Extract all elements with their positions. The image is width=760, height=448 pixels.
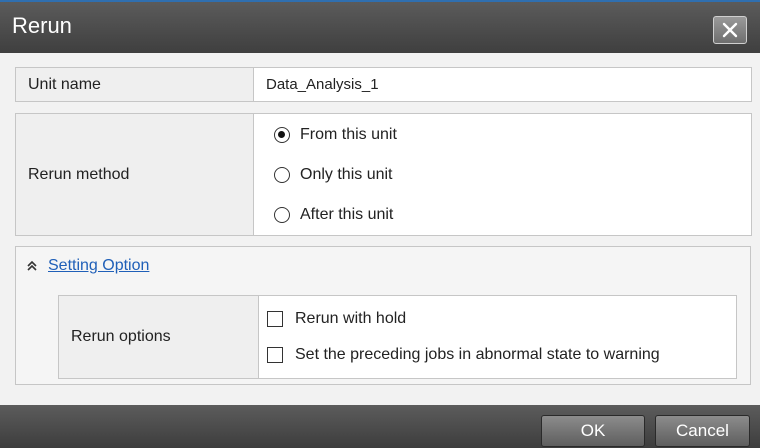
double-chevron-up-icon [27, 260, 37, 271]
rerun-options-checkboxes: Rerun with hold Set the preceding jobs i… [258, 295, 737, 379]
radio-after-this-unit[interactable]: After this unit [254, 195, 751, 235]
checkbox-label: Rerun with hold [295, 310, 407, 327]
dialog-footer: OK Cancel [0, 405, 760, 448]
radio-from-this-unit[interactable]: From this unit [254, 115, 751, 155]
setting-option-link[interactable]: Setting Option [48, 257, 149, 275]
cancel-button[interactable]: Cancel [655, 415, 750, 447]
checkbox-rerun-with-hold[interactable]: Rerun with hold [259, 301, 736, 337]
checkbox[interactable] [267, 347, 283, 363]
unit-name-table: Unit name Data_Analysis_1 [15, 67, 752, 102]
setting-option-panel: Setting Option Rerun options Rerun with … [15, 246, 751, 385]
setting-option-toggle[interactable]: Setting Option [26, 257, 149, 275]
radio-button[interactable] [274, 166, 290, 183]
radio-only-this-unit[interactable]: Only this unit [254, 155, 751, 195]
rerun-method-table: Rerun method From this unit Only this un… [15, 113, 752, 236]
checkbox[interactable] [267, 311, 283, 327]
unit-name-value: Data_Analysis_1 [266, 75, 379, 93]
dialog-title-bar: Rerun [0, 0, 760, 53]
radio-label: From this unit [300, 125, 397, 143]
radio-label: After this unit [300, 205, 394, 223]
checkbox-preceding-jobs-warning[interactable]: Set the preceding jobs in abnormal state… [259, 337, 736, 373]
rerun-method-options: From this unit Only this unit After this… [253, 113, 752, 236]
radio-button-selected[interactable] [274, 126, 290, 143]
radio-label: Only this unit [300, 165, 393, 183]
ok-button[interactable]: OK [541, 415, 645, 447]
dialog-body: Unit name Data_Analysis_1 Rerun method F… [0, 53, 760, 405]
dialog-title: Rerun [12, 13, 72, 38]
rerun-options-table: Rerun options Rerun with hold Set the pr… [58, 295, 737, 379]
close-icon [722, 22, 738, 38]
checkbox-label: Set the preceding jobs in abnormal state… [295, 346, 660, 363]
radio-button[interactable] [274, 206, 290, 223]
close-button[interactable] [713, 16, 747, 44]
unit-name-value-cell: Data_Analysis_1 [253, 67, 752, 102]
unit-name-label: Unit name [15, 67, 254, 102]
rerun-method-label: Rerun method [15, 113, 254, 236]
rerun-options-label: Rerun options [58, 295, 259, 379]
